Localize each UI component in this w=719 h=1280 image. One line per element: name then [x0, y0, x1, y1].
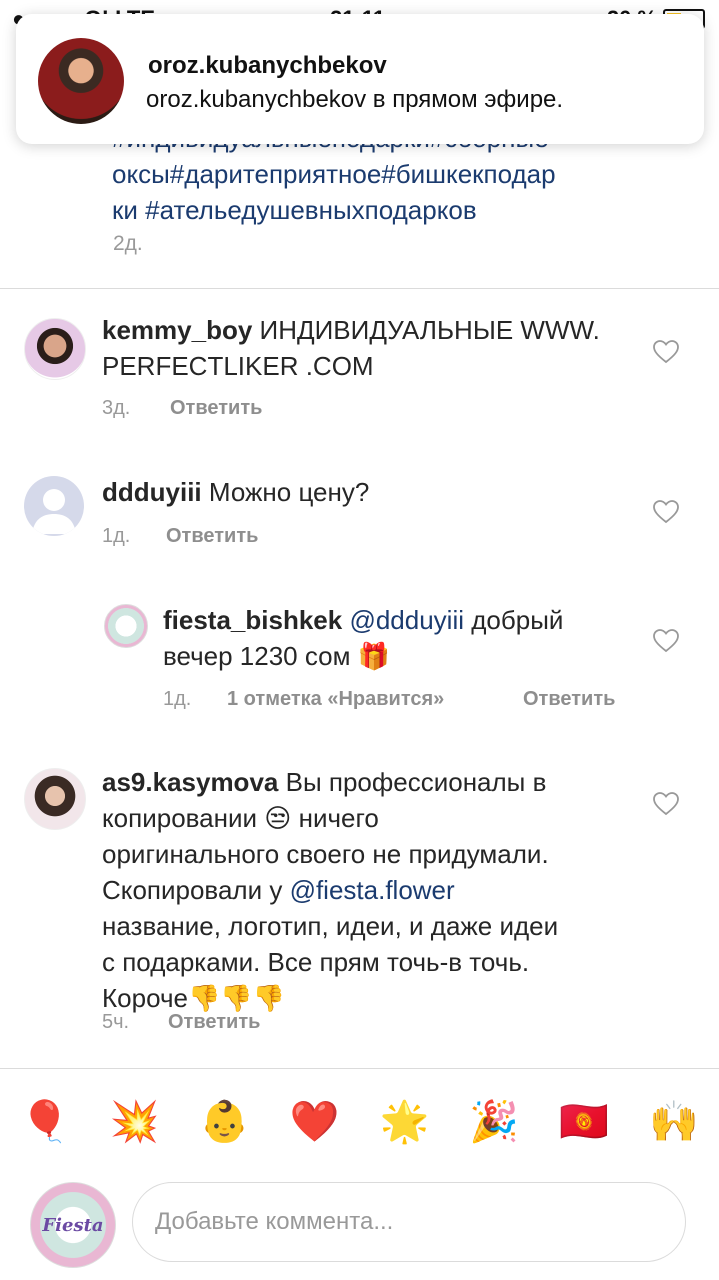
comment-meta: 1д. 1 отметка «Нравится» Ответить: [163, 688, 615, 711]
comment-content: Можно цену?: [208, 477, 370, 507]
comment-text: as9.kasymova Вы профессионалы в копирова…: [102, 764, 642, 1016]
comment-content: название, логотип, идеи, и даже идеи: [102, 911, 559, 941]
comment-composer: Fiesta Добавьте коммента...: [0, 1170, 719, 1280]
reply-button[interactable]: Ответить: [523, 688, 615, 711]
emoji-button[interactable]: 💥: [105, 1098, 165, 1145]
notification-username: oroz.kubanychbekov: [148, 52, 387, 79]
emoji-button[interactable]: 🎉: [464, 1098, 524, 1145]
reply-button[interactable]: Ответить: [170, 397, 262, 420]
mention-link[interactable]: @ddduyiii: [349, 605, 464, 635]
heart-outline-icon[interactable]: [653, 340, 679, 364]
comment-text: kemmy_boy ИНДИВИДУАЛЬНЫЕ WWW. PERFECTLIK…: [102, 312, 632, 384]
comment-timestamp: 1д.: [163, 688, 192, 710]
divider: [0, 288, 719, 289]
comment-timestamp: 5ч.: [102, 1011, 130, 1033]
avatar: [38, 38, 124, 124]
comment-content: Вы профессионалы в: [285, 767, 547, 797]
heart-outline-icon[interactable]: [653, 500, 679, 524]
emoji-button[interactable]: 👶: [195, 1098, 255, 1145]
comment-meta: 5ч. Ответить: [102, 1011, 260, 1034]
comment-content: оригинального своего не придумали.: [102, 839, 549, 869]
heart-outline-icon[interactable]: [653, 629, 679, 653]
comment-meta: 1д. Ответить: [102, 525, 258, 548]
default-user-icon: [32, 489, 76, 534]
reply-button[interactable]: Ответить: [168, 1011, 260, 1034]
caption-line[interactable]: оксы#даритеприятное#бишкекподар: [112, 156, 612, 192]
emoji-button[interactable]: ❤️: [285, 1098, 345, 1145]
comment-content: Короче👎👎👎: [102, 983, 286, 1013]
reply-text: fiesta_bishkek @ddduyiii добрый вечер 12…: [163, 602, 633, 674]
comment-content: вечер 1230 сом 🎁: [163, 641, 391, 671]
avatar[interactable]: [24, 768, 86, 830]
comment-username[interactable]: kemmy_boy: [102, 315, 252, 345]
caption-line[interactable]: ки #ательедушевныхподарков: [112, 192, 612, 228]
live-notification-banner[interactable]: oroz.kubanychbekov oroz.kubanychbekov в …: [16, 14, 704, 144]
emoji-button[interactable]: 🎈: [15, 1098, 75, 1145]
mention-link[interactable]: @fiesta.flower: [290, 875, 455, 905]
comment-meta: 3д. Ответить: [102, 397, 262, 420]
comment-content: PERFECTLIKER .COM: [102, 351, 374, 381]
comment-username[interactable]: ddduyiii: [102, 477, 202, 507]
emoji-button[interactable]: 🙌: [644, 1098, 704, 1145]
comment-timestamp: 3д.: [102, 397, 131, 419]
comment-content: с подарками. Все прям точь-в точь.: [102, 947, 530, 977]
avatar[interactable]: [24, 318, 86, 380]
comment-content: ИНДИВИДУАЛЬНЫЕ WWW.: [259, 315, 600, 345]
avatar[interactable]: [104, 604, 148, 648]
comment-content: копировании 😒 ничего: [102, 803, 379, 833]
comment-content: Скопировали у: [102, 875, 290, 905]
comment-username[interactable]: fiesta_bishkek: [163, 605, 342, 635]
emoji-quick-bar: 🎈 💥 👶 ❤️ 🌟 🎉 🇰🇬 🙌: [0, 1090, 719, 1152]
comment-text: ddduyiii Можно цену?: [102, 474, 632, 510]
heart-outline-icon[interactable]: [653, 792, 679, 816]
emoji-button[interactable]: 🌟: [374, 1098, 434, 1145]
caption-timestamp: 2д.: [113, 232, 143, 255]
divider: [0, 1068, 719, 1069]
emoji-button[interactable]: 🇰🇬: [554, 1098, 614, 1145]
comment-content: добрый: [471, 605, 564, 635]
reply-button[interactable]: Ответить: [166, 525, 258, 548]
comment-username[interactable]: as9.kasymova: [102, 767, 278, 797]
avatar[interactable]: [24, 476, 84, 536]
comment-timestamp: 1д.: [102, 525, 131, 547]
avatar: Fiesta: [30, 1182, 116, 1268]
likes-count-link[interactable]: 1 отметка «Нравится»: [227, 688, 523, 711]
notification-message: oroz.kubanychbekov в прямом эфире.: [146, 86, 564, 113]
comment-input[interactable]: Добавьте коммента...: [132, 1182, 686, 1262]
